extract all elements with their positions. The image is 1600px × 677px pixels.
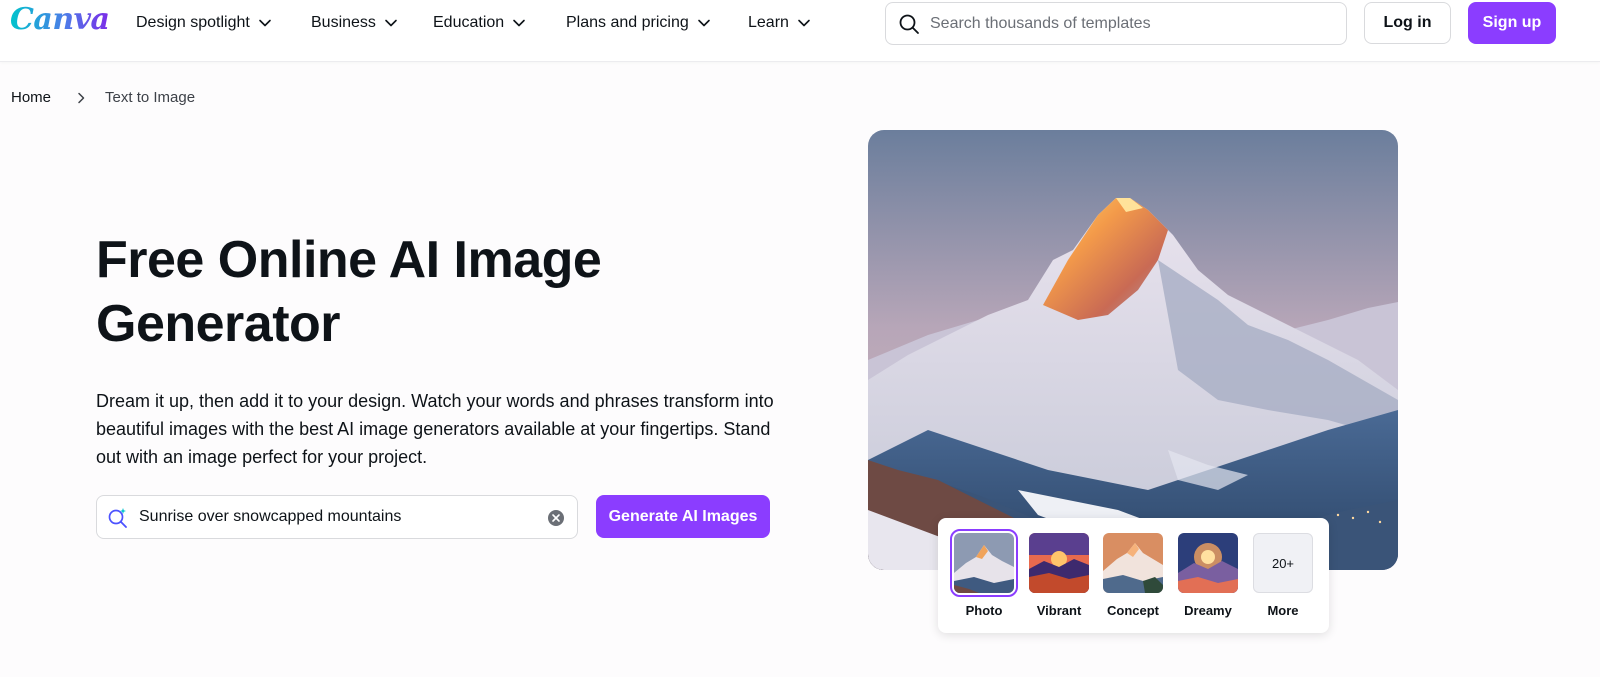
site-header: Canva Design spotlight Business Educatio… (0, 0, 1600, 62)
generate-ai-images-button[interactable]: Generate AI Images (596, 495, 770, 538)
chevron-down-icon (513, 19, 525, 27)
style-label: Photo (965, 603, 1003, 618)
chevron-down-icon (697, 19, 710, 27)
style-label: Vibrant (1036, 603, 1082, 618)
style-option-vibrant[interactable]: Vibrant (1026, 533, 1092, 618)
canva-logo[interactable]: Canva (10, 2, 110, 37)
style-option-dreamy[interactable]: Dreamy (1175, 533, 1241, 618)
dreamy-style-thumbnail (1178, 533, 1238, 593)
nav-design-spotlight[interactable]: Design spotlight (136, 0, 272, 46)
nav-label: Design spotlight (136, 14, 250, 31)
style-label: Concept (1107, 603, 1159, 618)
style-label: Dreamy (1184, 603, 1232, 618)
nav-label: Education (433, 14, 505, 31)
image-style-picker: Photo Vibrant Concept Dreamy 20+ More (938, 518, 1329, 633)
search-icon (899, 14, 919, 34)
chevron-down-icon (798, 19, 810, 27)
style-thumbnail (1178, 533, 1238, 593)
template-search-box (885, 2, 1347, 45)
style-thumbnail (1103, 533, 1163, 593)
login-button[interactable]: Log in (1364, 2, 1451, 44)
chevron-down-icon (385, 19, 397, 27)
search-input[interactable] (930, 14, 1330, 33)
generated-image-preview (868, 130, 1398, 570)
more-styles-badge: 20+ (1253, 533, 1313, 593)
photo-style-thumbnail (954, 533, 1014, 593)
nav-education[interactable]: Education (433, 0, 526, 46)
prompt-box (96, 495, 578, 539)
nav-label: Business (311, 14, 376, 31)
mountain-image (868, 130, 1398, 570)
style-thumbnail (950, 529, 1018, 597)
nav-label: Plans and pricing (566, 14, 689, 31)
style-option-more[interactable]: 20+ More (1250, 533, 1316, 618)
page-title: Free Online AI Image Generator (96, 231, 602, 353)
breadcrumb: Home Text to Image (11, 89, 195, 106)
page-subtitle: Dream it up, then add it to your design.… (96, 391, 774, 467)
chevron-down-icon (259, 19, 271, 27)
style-thumbnail (1029, 533, 1089, 593)
breadcrumb-home-link[interactable]: Home (11, 89, 51, 106)
style-option-concept[interactable]: Concept (1100, 533, 1166, 618)
nav-label: Learn (748, 14, 789, 31)
prompt-input[interactable] (139, 508, 529, 526)
concept-style-thumbnail (1103, 533, 1163, 593)
breadcrumb-current: Text to Image (105, 89, 196, 106)
nav-plans-and-pricing[interactable]: Plans and pricing (566, 0, 711, 46)
style-option-photo[interactable]: Photo (950, 529, 1018, 618)
chevron-right-icon (78, 92, 85, 103)
nav-learn[interactable]: Learn (748, 0, 811, 46)
clear-icon[interactable] (547, 509, 565, 527)
magic-search-icon (108, 508, 127, 528)
vibrant-style-thumbnail (1029, 533, 1089, 593)
signup-button[interactable]: Sign up (1468, 2, 1556, 44)
nav-business[interactable]: Business (311, 0, 398, 46)
style-label: More (1267, 603, 1299, 618)
